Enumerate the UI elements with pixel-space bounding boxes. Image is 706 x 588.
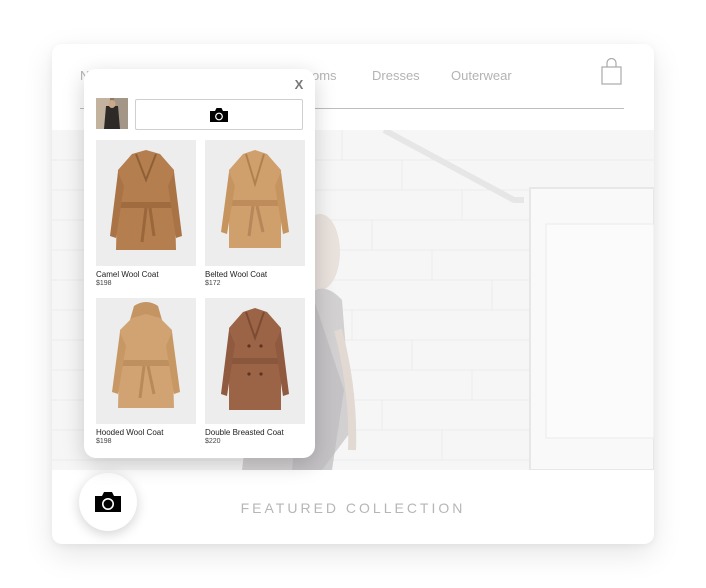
product-image[interactable] — [205, 298, 305, 424]
product-card[interactable]: Hooded Wool Coat $198 — [96, 298, 197, 445]
camera-icon — [95, 492, 121, 512]
product-card[interactable]: Camel Wool Coat $198 — [96, 140, 197, 287]
product-price: $198 — [96, 280, 112, 287]
product-price: $172 — [205, 280, 221, 287]
product-image[interactable] — [96, 140, 196, 266]
product-image[interactable] — [96, 298, 196, 424]
nav-item-rooms[interactable]: oms — [312, 68, 337, 83]
visual-search-popup: X Camel Wool Coat $198 Belted Wool Coat … — [84, 69, 315, 458]
nav-item-outerwear[interactable]: Outerwear — [451, 68, 512, 83]
camera-icon — [210, 107, 228, 122]
product-card[interactable]: Double Breasted Coat $220 — [205, 298, 306, 445]
product-name: Camel Wool Coat — [96, 270, 159, 279]
product-name: Double Breasted Coat — [205, 428, 284, 437]
image-search-field[interactable] — [135, 99, 303, 130]
product-image[interactable] — [205, 140, 305, 266]
nav-item-dresses[interactable]: Dresses — [372, 68, 420, 83]
featured-collection-heading: FEATURED COLLECTION — [240, 500, 466, 516]
shopping-bag-icon[interactable] — [600, 57, 624, 86]
camera-search-button[interactable] — [79, 473, 137, 531]
close-button[interactable]: X — [292, 77, 306, 93]
uploaded-photo-thumbnail[interactable] — [96, 98, 128, 129]
product-name: Belted Wool Coat — [205, 270, 268, 279]
product-price: $198 — [96, 438, 112, 445]
product-name: Hooded Wool Coat — [96, 428, 164, 437]
product-card[interactable]: Belted Wool Coat $172 — [205, 140, 306, 287]
product-price: $220 — [205, 438, 221, 445]
